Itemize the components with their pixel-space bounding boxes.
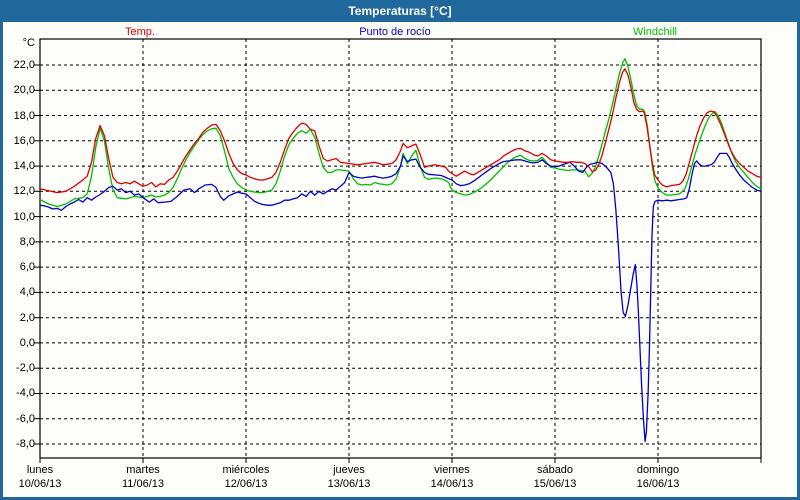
y-tick-label: 22,0 — [0, 58, 35, 72]
day-name: martes — [92, 463, 194, 477]
y-tick-label: 0,0 — [0, 336, 35, 350]
day-date: 10/06/13 — [0, 477, 91, 491]
plot-frame — [40, 39, 761, 458]
y-tick-label: 6,0 — [0, 260, 35, 274]
day-name: lunes — [0, 463, 91, 477]
day-date: 14/06/13 — [401, 477, 503, 491]
series-line-temp- — [40, 69, 761, 193]
day-name: domingo — [607, 463, 709, 477]
y-tick-label: 18,0 — [0, 109, 35, 123]
day-name: sábado — [504, 463, 606, 477]
day-date: 11/06/13 — [92, 477, 194, 491]
y-tick-label: 16,0 — [0, 134, 35, 148]
y-tick-label: -4,0 — [0, 386, 35, 400]
day-date: 13/06/13 — [298, 477, 400, 491]
temperature-line-chart — [0, 0, 800, 500]
y-tick-label: -2,0 — [0, 361, 35, 375]
y-tick-label: -6,0 — [0, 412, 35, 426]
day-date: 16/06/13 — [607, 477, 709, 491]
y-tick-label: 20,0 — [0, 83, 35, 97]
day-date: 12/06/13 — [195, 477, 297, 491]
y-tick-label: 4,0 — [0, 285, 35, 299]
y-tick-label: 10,0 — [0, 210, 35, 224]
day-name: miércoles — [195, 463, 297, 477]
y-tick-label: 12,0 — [0, 184, 35, 198]
y-tick-label: 2,0 — [0, 311, 35, 325]
weather-chart-window: Temperaturas [°C] Temp. Punto de rocío W… — [0, 0, 800, 500]
y-tick-label: -8,0 — [0, 437, 35, 451]
day-name: jueves — [298, 463, 400, 477]
y-tick-label: 14,0 — [0, 159, 35, 173]
y-tick-label: 8,0 — [0, 235, 35, 249]
day-date: 15/06/13 — [504, 477, 606, 491]
day-name: viernes — [401, 463, 503, 477]
